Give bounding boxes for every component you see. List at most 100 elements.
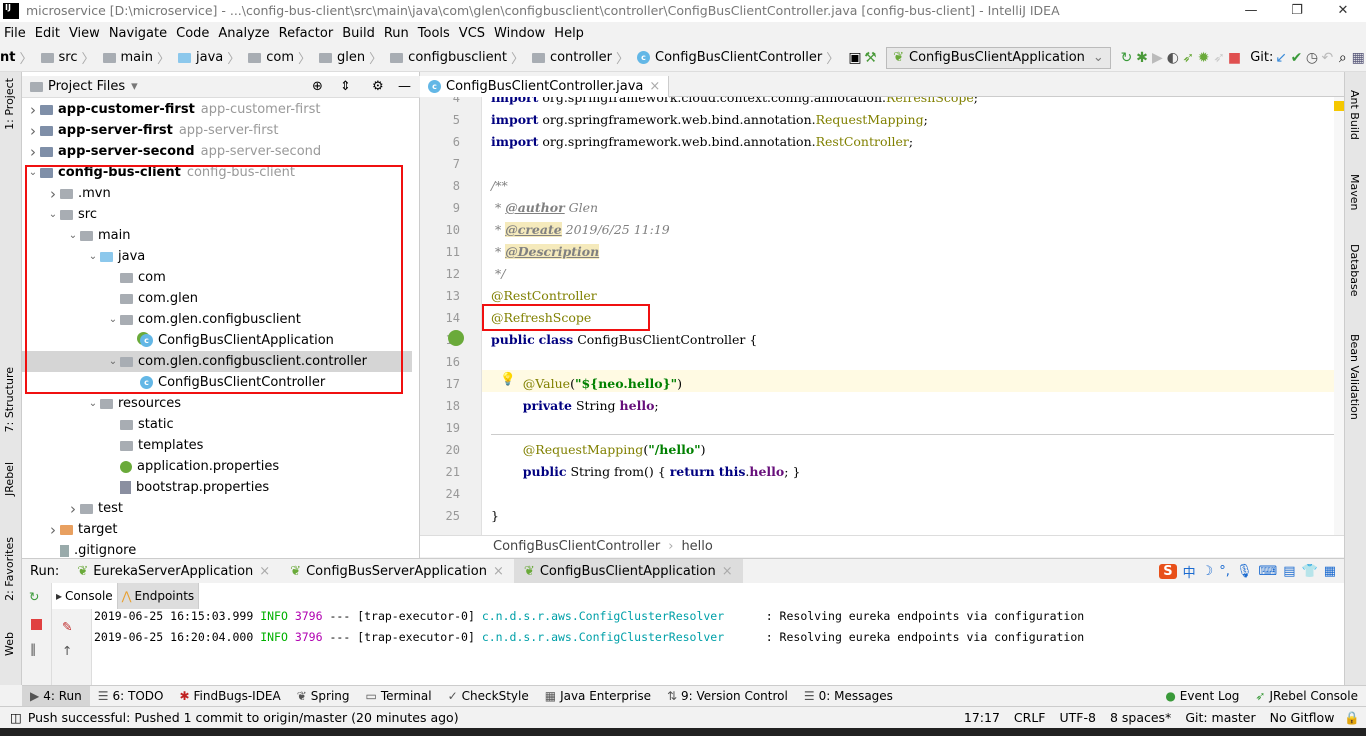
rerun-icon[interactable]: ↻ [1119, 50, 1134, 66]
tool-window-3[interactable]: ❦ Spring [289, 686, 358, 707]
tab-configbusclientcontroller[interactable]: c ConfigBusClientController.java × [420, 76, 670, 97]
rerun-icon[interactable]: ↻ [29, 589, 39, 604]
breadcrumb-class[interactable]: ConfigBusClientController [493, 539, 660, 554]
nav-crumb[interactable]: c ConfigBusClientController 〉 [637, 48, 843, 67]
menu-navigate[interactable]: Navigate [109, 26, 167, 41]
project-view-select[interactable]: Project Files [48, 79, 125, 94]
tool-window-0[interactable]: ▶ 4: Run [22, 685, 90, 707]
jrebel-debug-icon[interactable]: ✹ [1196, 50, 1211, 66]
tool-window-1[interactable]: ☰ 6: TODO [90, 686, 172, 707]
menu-vcs[interactable]: VCS [459, 26, 485, 41]
tree-item[interactable]: › target [22, 519, 412, 540]
nav-crumb[interactable]: glen 〉 [319, 48, 386, 67]
file-encoding[interactable]: UTF-8 [1060, 710, 1096, 725]
chevron-right-icon[interactable]: › [66, 500, 80, 518]
ime-mode[interactable]: 中 [1183, 562, 1196, 581]
menu-view[interactable]: View [69, 26, 100, 41]
nav-crumb[interactable]: java 〉 [178, 48, 244, 67]
caret-position[interactable]: 17:17 [964, 710, 1000, 725]
jrebel-disabled-icon[interactable]: ➶ [1211, 50, 1226, 66]
chevron-down-icon[interactable]: ⌄ [86, 398, 100, 409]
mic-icon[interactable]: 🎙 [1236, 564, 1253, 579]
project-structure-icon[interactable]: ▦ [1350, 50, 1365, 66]
editor-scrollbar[interactable] [1334, 97, 1344, 535]
code-editor[interactable]: 4567891011121314151617181920212425 impor… [420, 97, 1334, 535]
jrebel-run-icon[interactable]: ➶ [1181, 50, 1196, 66]
lightbulb-icon[interactable]: 💡 [500, 371, 516, 387]
right-tab-0[interactable]: Ant Build [1348, 90, 1361, 140]
arrow-up-icon[interactable]: ↑ [62, 643, 72, 658]
menu-tools[interactable]: Tools [418, 26, 450, 41]
close-button[interactable]: ✕ [1320, 0, 1366, 22]
chevron-down-icon[interactable]: ▾ [131, 79, 138, 94]
indent-setting[interactable]: 8 spaces* [1110, 710, 1171, 725]
run-configuration-select[interactable]: ❦ ConfigBusClientApplication ⌄ [886, 46, 1111, 69]
history-clock-icon[interactable]: ◷ [1304, 50, 1319, 66]
breadcrumb-field[interactable]: hello [681, 539, 712, 554]
tree-item[interactable]: › app-server-second app-server-second [22, 141, 412, 162]
close-icon[interactable]: × [649, 79, 660, 94]
menu-build[interactable]: Build [342, 26, 375, 41]
clear-icon[interactable]: ✎ [62, 619, 72, 634]
sogou-ime-icon[interactable]: S [1159, 563, 1177, 579]
tool-window-right-0[interactable]: ● Event Log [1157, 686, 1247, 707]
menu-edit[interactable]: Edit [35, 26, 60, 41]
menu-analyze[interactable]: Analyze [218, 26, 269, 41]
menu-refactor[interactable]: Refactor [279, 26, 334, 41]
tree-item[interactable]: ⌄ resources [22, 393, 412, 414]
git-update-icon[interactable]: ↙ [1273, 50, 1288, 66]
tool-window-4[interactable]: ▭ Terminal [358, 686, 440, 707]
build-hammer-icon[interactable]: ⚒ [863, 50, 878, 66]
pause-icon[interactable]: ‖ [30, 641, 36, 656]
punct-icon[interactable]: °, [1219, 564, 1230, 579]
moon-icon[interactable]: ☽ [1202, 564, 1214, 579]
run-tab[interactable]: ❦ ConfigBusClientApplication × [513, 558, 743, 584]
stop-icon[interactable]: ■ [1227, 50, 1242, 66]
tree-item[interactable]: bootstrap.properties [22, 477, 412, 498]
chevron-right-icon[interactable]: › [26, 122, 40, 140]
git-commit-icon[interactable]: ✔ [1289, 50, 1304, 66]
stop-icon[interactable] [31, 619, 42, 630]
tree-item[interactable]: static [22, 414, 412, 435]
coverage-icon[interactable]: ◐ [1165, 50, 1180, 66]
tab-console[interactable]: ▸ Console [52, 583, 118, 609]
shirt-icon[interactable]: 👕 [1302, 564, 1318, 579]
tree-item[interactable]: › app-customer-first app-customer-first [22, 99, 412, 120]
restore-button[interactable]: ❐ [1274, 0, 1320, 22]
tree-item[interactable]: application.properties [22, 456, 412, 477]
left-tab-0[interactable]: 1: Project [3, 78, 16, 130]
left-tab-3[interactable]: 2: Favorites [3, 537, 16, 601]
left-tab-2[interactable]: JRebel [3, 462, 16, 496]
locate-icon[interactable]: ⊕ [312, 79, 323, 94]
run-tab[interactable]: ❦ EurekaServerApplication × [67, 559, 280, 584]
run-tab[interactable]: ❦ ConfigBusServerApplication × [280, 559, 514, 584]
menu-run[interactable]: Run [384, 26, 409, 41]
run-icon[interactable]: ▶ [1150, 50, 1165, 66]
minimize-button[interactable]: — [1228, 0, 1274, 22]
tab-endpoints[interactable]: ⋀ Endpoints [117, 583, 200, 609]
tool-window-6[interactable]: ▦ Java Enterprise [537, 686, 659, 707]
left-tab-1[interactable]: 7: Structure [3, 367, 16, 432]
nav-crumb[interactable]: main 〉 [102, 48, 175, 67]
gear-icon[interactable]: ⚙ [372, 79, 384, 94]
debug-bug-icon[interactable]: ✱ [1134, 50, 1149, 66]
close-icon[interactable]: × [259, 564, 270, 579]
spring-bean-gutter-icon[interactable] [448, 330, 464, 346]
collapse-all-icon[interactable]: ⇕ [340, 79, 351, 94]
menu-code[interactable]: Code [176, 26, 209, 41]
right-tab-2[interactable]: Database [1348, 244, 1361, 297]
lock-icon[interactable]: 🔒 [1344, 710, 1360, 726]
close-icon[interactable]: × [493, 564, 504, 579]
tree-item[interactable]: › app-server-first app-server-first [22, 120, 412, 141]
left-tab-4[interactable]: Web [3, 632, 16, 656]
status-message[interactable]: Push successful: Pushed 1 commit to orig… [28, 710, 459, 725]
search-icon[interactable]: ⌕ [1335, 50, 1350, 66]
tool-window-2[interactable]: ✱ FindBugs-IDEA [171, 686, 288, 707]
tool-window-5[interactable]: ✓ CheckStyle [440, 686, 537, 707]
nav-crumb[interactable]: controller 〉 [531, 48, 633, 67]
toolbox-icon[interactable]: ▤ [1283, 564, 1295, 579]
grid-icon[interactable]: ▦ [1324, 564, 1336, 579]
menu-file[interactable]: File [4, 26, 26, 41]
tree-item[interactable]: templates [22, 435, 412, 456]
line-separator[interactable]: CRLF [1014, 710, 1046, 725]
